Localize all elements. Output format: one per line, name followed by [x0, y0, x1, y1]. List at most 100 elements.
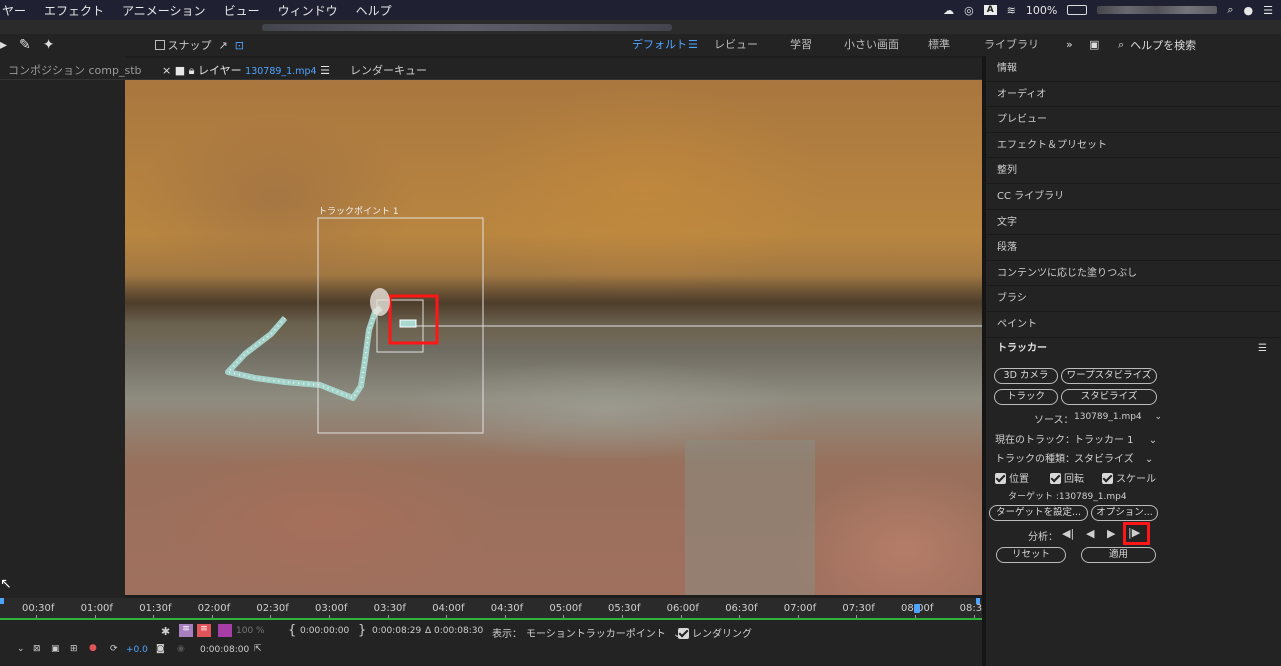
warp-stabilizer-button[interactable]: ワープスタビライズ	[1061, 368, 1157, 384]
menu-animation[interactable]: アニメーション	[113, 2, 215, 19]
control-center-icon[interactable]: ☰	[1263, 4, 1273, 17]
color-channels-icon[interactable]: ●	[89, 643, 97, 653]
show-snapshot-icon[interactable]: ◉	[177, 644, 185, 654]
workspace-review[interactable]: レビュー	[714, 34, 758, 56]
snap-toggle[interactable]: スナップ ↗ ⊡	[154, 37, 244, 53]
pen-tool-icon[interactable]: ▸	[0, 37, 7, 53]
panel-effects-presets[interactable]: エフェクト＆プリセット	[986, 133, 1281, 159]
menu-effect[interactable]: エフェクト	[35, 2, 113, 19]
current-track-dropdown[interactable]: トラッカー 1 ⌄	[1074, 431, 1157, 446]
snap-grid-icon[interactable]: ⊡	[235, 39, 244, 52]
panel-character[interactable]: 文字	[986, 210, 1281, 236]
options-button[interactable]: オプション...	[1091, 505, 1158, 521]
render-option[interactable]: レンダリング	[678, 625, 752, 640]
snapshot-icon[interactable]: ◙	[156, 644, 165, 654]
motion-blur-icon[interactable]: ≡	[197, 624, 211, 637]
rotation-checkbox[interactable]	[1050, 473, 1061, 484]
reset-button[interactable]: リセット	[996, 547, 1066, 563]
render-label: レンダリング	[692, 629, 752, 640]
tab-menu-icon[interactable]: ☰	[320, 64, 330, 77]
set-target-button[interactable]: ターゲットを設定...	[989, 505, 1088, 521]
guides-icon[interactable]: ⊞	[70, 644, 78, 654]
ruler-start-handle[interactable]	[0, 598, 4, 604]
out-time[interactable]: 0:00:08:29	[372, 626, 421, 636]
more-workspaces-icon[interactable]: »	[1066, 34, 1073, 56]
menu-view[interactable]: ビュー	[215, 2, 269, 19]
panel-audio[interactable]: オーディオ	[986, 82, 1281, 108]
scale-checkbox[interactable]	[1102, 473, 1113, 484]
display-dropdown[interactable]: モーショントラッカーポイント ⌄	[526, 625, 681, 640]
search-input[interactable]: ヘルプを検索	[1130, 37, 1196, 53]
current-time-indicator[interactable]	[914, 604, 920, 613]
target-text: ターゲット :130789_1.mp4	[1008, 492, 1127, 502]
close-icon[interactable]: ×	[162, 64, 171, 77]
opacity-swatch-icon[interactable]	[218, 624, 232, 637]
panel-paint[interactable]: ペイント	[986, 312, 1281, 338]
menu-help[interactable]: ヘルプ	[347, 2, 401, 19]
input-source-icon[interactable]: A	[983, 5, 997, 15]
panel-cc-libraries[interactable]: CC ライブラリ	[986, 184, 1281, 210]
right-panels: 情報 オーディオ プレビュー エフェクト＆プリセット 整列 CC ライブラリ 文…	[986, 56, 1281, 666]
menu-layer[interactable]: ヤー	[0, 2, 35, 19]
panel-preview[interactable]: プレビュー	[986, 107, 1281, 133]
siri-icon[interactable]: ●	[1244, 4, 1254, 17]
exposure-value[interactable]: +0.0	[126, 645, 148, 655]
workspace-menu-icon[interactable]: ☰	[688, 34, 698, 56]
workspace-learn[interactable]: 学習	[790, 34, 812, 56]
tab-render-queue[interactable]: レンダーキュー	[350, 62, 427, 78]
tab-composition-name: comp_stb	[88, 64, 142, 77]
apply-button[interactable]: 適用	[1081, 547, 1156, 563]
region-of-interest-icon[interactable]: ⊠	[33, 644, 41, 654]
tracker-menu-icon[interactable]: ☰	[1258, 337, 1267, 361]
motion-path-icon[interactable]: ≡	[179, 624, 193, 637]
creative-cloud-icon[interactable]: ☁	[943, 4, 954, 17]
sync-icon[interactable]: ▣	[1089, 34, 1099, 56]
workspace-default[interactable]: デフォルト	[632, 34, 687, 56]
layer-viewer[interactable]: トラックポイント 1	[125, 80, 982, 595]
zoom-level[interactable]: 100 %	[236, 626, 265, 636]
analyze-backward-frame-icon[interactable]: ◀	[1086, 527, 1094, 540]
scale-option[interactable]: スケール	[1102, 470, 1156, 485]
wifi-icon[interactable]: ≋	[1007, 4, 1016, 17]
chevron-down-icon[interactable]: ⌄	[17, 644, 25, 654]
in-time[interactable]: 0:00:00:00	[300, 626, 349, 636]
roto-brush-icon[interactable]: ✎	[19, 37, 31, 53]
workspace-library[interactable]: ライブラリ	[984, 34, 1039, 56]
panel-content-aware-fill[interactable]: コンテンツに応じた塗りつぶし	[986, 261, 1281, 287]
battery-icon[interactable]	[1067, 5, 1088, 15]
puppet-pin-icon[interactable]: ✦	[43, 37, 55, 53]
3d-camera-button[interactable]: 3D カメラ	[994, 368, 1058, 384]
lock-icon[interactable]: 🔒︎	[189, 64, 195, 77]
workspace-standard[interactable]: 標準	[928, 34, 950, 56]
rotation-option[interactable]: 回転	[1050, 470, 1084, 485]
panel-align[interactable]: 整列	[986, 158, 1281, 184]
time-ruler[interactable]: 00:30f 01:00f 01:30f 02:00f 02:30f 03:00f 03:3…	[0, 598, 982, 620]
stabilize-button[interactable]: スタビライズ	[1061, 389, 1157, 405]
tab-layer-label: レイヤー	[197, 64, 242, 77]
position-option[interactable]: 位置	[995, 470, 1029, 485]
exposure-reset-icon[interactable]: ⟳	[110, 644, 118, 654]
menu-window[interactable]: ウィンドウ	[269, 2, 347, 19]
analyze-backward-all-icon[interactable]: ◀|	[1062, 527, 1074, 540]
shy-icon[interactable]: ✱	[161, 625, 170, 638]
menu-bar: ヤー エフェクト アニメーション ビュー ウィンドウ ヘルプ ☁ ◎ A ≋ 1…	[0, 0, 1281, 20]
analyze-forward-frame-icon[interactable]: ▶	[1107, 527, 1115, 540]
color-wheel-icon[interactable]: ◎	[964, 4, 974, 17]
source-dropdown[interactable]: 130789_1.mp4 ⌄	[1074, 412, 1162, 422]
tab-composition[interactable]: コンポジション comp_stb	[8, 62, 142, 78]
help-search[interactable]: ⌕ ヘルプを検索	[1118, 37, 1278, 53]
track-type-dropdown[interactable]: スタビライズ ⌄	[1074, 450, 1153, 465]
current-time[interactable]: 0:00:08:00	[200, 645, 249, 655]
snap-icon[interactable]: ↗	[219, 39, 228, 52]
render-checkbox[interactable]	[678, 628, 689, 639]
panel-info[interactable]: 情報	[986, 56, 1281, 82]
snap-checkbox[interactable]	[154, 40, 165, 50]
export-frame-icon[interactable]: ⇱	[254, 644, 262, 654]
workspace-small-screen[interactable]: 小さい画面	[844, 34, 899, 56]
spotlight-icon[interactable]: ⌕	[1227, 3, 1233, 17]
transparency-grid-icon[interactable]: ▣	[51, 644, 60, 654]
position-checkbox[interactable]	[995, 473, 1006, 484]
track-button[interactable]: トラック	[994, 389, 1058, 405]
panel-paragraph[interactable]: 段落	[986, 235, 1281, 261]
panel-brushes[interactable]: ブラシ	[986, 286, 1281, 312]
